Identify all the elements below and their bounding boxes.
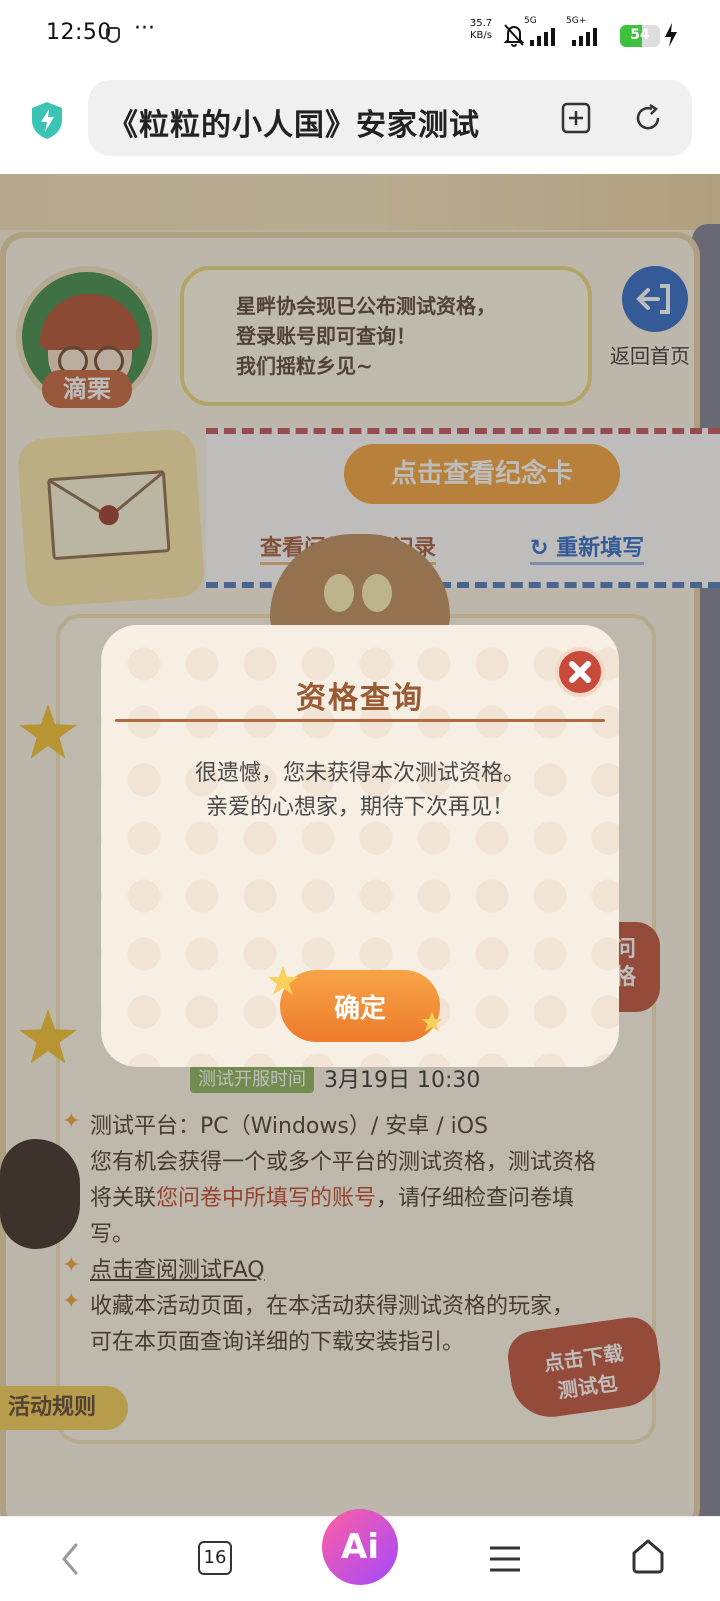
battery-level: 54 (630, 27, 650, 43)
modal-divider (115, 719, 605, 722)
sim1-label: 5G (524, 16, 537, 26)
close-modal-button[interactable] (555, 647, 605, 697)
status-bar: 12:50 ··· 35.7 KB/s 5G 5G+ 54 (0, 0, 720, 72)
ai-assistant-button[interactable]: Ai (322, 1509, 398, 1585)
tabs-button[interactable]: 16 (198, 1541, 232, 1575)
charging-icon (665, 23, 677, 47)
net-speed: 35.7 KB/s (466, 18, 496, 42)
status-time: 12:50 (46, 20, 112, 45)
home-icon[interactable] (630, 1537, 666, 1575)
modal-title: 资格查询 (296, 681, 424, 716)
back-icon[interactable] (52, 1539, 88, 1579)
net-speed-unit: KB/s (470, 30, 492, 41)
confirm-label: 确定 (333, 994, 386, 1024)
confirm-button[interactable]: 确定 (268, 966, 443, 1042)
browser-bottom-nav: 16 Ai (0, 1509, 720, 1601)
security-shield-icon[interactable] (29, 100, 65, 140)
battery-icon: 54 (620, 25, 660, 47)
address-bar[interactable]: 《粒粒的小人国》安家测试 (88, 80, 692, 156)
browser-toolbar: 《粒粒的小人国》安家测试 (0, 72, 720, 174)
close-x-icon (569, 661, 591, 683)
screen: 12:50 ··· 35.7 KB/s 5G 5G+ 54 《粒粒的小人国》安家… (0, 0, 720, 1601)
add-bookmark-icon[interactable] (558, 100, 594, 136)
menu-icon[interactable] (488, 1543, 522, 1575)
more-notifications-icon: ··· (134, 16, 155, 41)
sim2-label: 5G+ (566, 16, 587, 26)
shield-notification-icon (106, 27, 120, 43)
modal-message-line1: 很遗憾，您未获得本次测试资格。 (194, 761, 525, 786)
modal-message-line2: 亲爱的心想家，期待下次再见！ (205, 795, 514, 820)
mute-bell-icon (503, 24, 525, 47)
net-speed-value: 35.7 (469, 18, 493, 29)
refresh-icon[interactable] (630, 100, 666, 136)
page-title: 《粒粒的小人国》安家测试 (108, 108, 480, 143)
